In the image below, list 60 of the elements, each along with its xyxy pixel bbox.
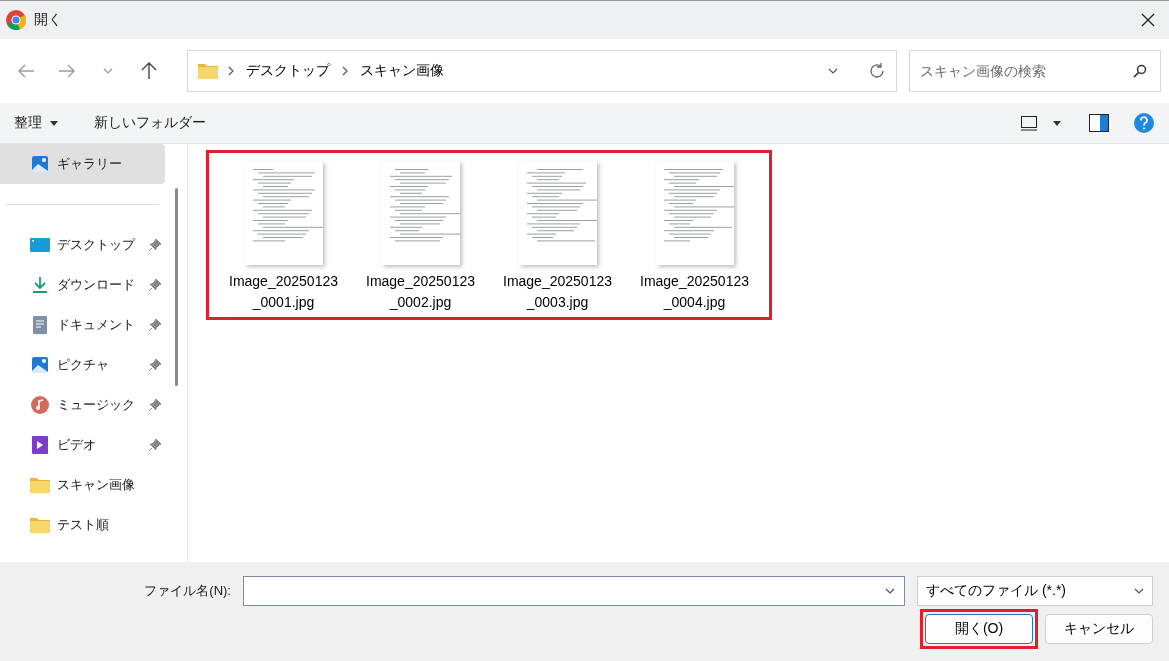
close-icon[interactable] bbox=[1141, 13, 1155, 27]
refresh-icon[interactable] bbox=[867, 62, 886, 80]
music-icon bbox=[31, 396, 49, 414]
caret-icon bbox=[50, 120, 58, 126]
preview-pane-icon[interactable] bbox=[1089, 114, 1109, 132]
sidebar-item[interactable]: ダウンロード bbox=[0, 265, 165, 305]
sidebar-item[interactable]: テスト順 bbox=[0, 505, 165, 545]
forward-arrow-icon[interactable] bbox=[57, 64, 76, 78]
pin-icon[interactable] bbox=[149, 439, 161, 451]
pin-icon[interactable] bbox=[149, 319, 161, 331]
pin-icon[interactable] bbox=[149, 239, 161, 251]
picture-icon bbox=[31, 356, 49, 374]
sidebar-item[interactable]: デスクトップ bbox=[0, 225, 165, 265]
file-type-dropdown[interactable]: すべてのファイル (*.*) bbox=[917, 576, 1153, 606]
folder-icon bbox=[30, 477, 50, 493]
up-arrow-icon[interactable] bbox=[141, 62, 158, 80]
file-item[interactable]: Image_20250123 _0001.jpg bbox=[215, 161, 352, 313]
chevron-icon bbox=[341, 66, 348, 76]
view-icon[interactable] bbox=[1021, 115, 1037, 131]
new-folder-button[interactable]: 新しいフォルダー bbox=[94, 114, 206, 132]
dropdown-icon bbox=[827, 68, 838, 74]
pin-icon[interactable] bbox=[149, 359, 161, 371]
filename-field[interactable] bbox=[243, 576, 905, 606]
organize-menu[interactable]: 整理 bbox=[14, 114, 58, 132]
help-icon[interactable] bbox=[1133, 112, 1155, 134]
window-title: 開く bbox=[34, 11, 63, 29]
chevron-down-icon[interactable] bbox=[102, 68, 113, 74]
file-item[interactable]: Image_20250123 _0003.jpg bbox=[489, 161, 626, 313]
pin-icon[interactable] bbox=[149, 279, 161, 291]
dropdown-icon bbox=[885, 588, 895, 594]
browser-logo-icon bbox=[6, 10, 26, 30]
pin-icon[interactable] bbox=[149, 399, 161, 411]
breadcrumb-item[interactable]: デスクトップ bbox=[243, 62, 332, 80]
filename-label: ファイル名(N): bbox=[144, 582, 231, 600]
caret-icon bbox=[1053, 120, 1061, 126]
folder-icon bbox=[30, 517, 50, 533]
video-icon bbox=[32, 436, 48, 454]
download-icon bbox=[31, 276, 49, 294]
sidebar-item[interactable]: ピクチャ bbox=[0, 345, 165, 385]
desktop-icon bbox=[30, 237, 50, 253]
file-item[interactable]: Image_20250123 _0004.jpg bbox=[626, 161, 763, 313]
sidebar-item[interactable]: ミュージック bbox=[0, 385, 165, 425]
address-bar[interactable]: デスクトップ スキャン画像 bbox=[186, 50, 897, 92]
breadcrumb-item[interactable]: スキャン画像 bbox=[357, 62, 446, 80]
picture-icon bbox=[31, 155, 49, 173]
cancel-button[interactable]: キャンセル bbox=[1045, 614, 1153, 644]
file-item[interactable]: Image_20250123 _0002.jpg bbox=[352, 161, 489, 313]
search-field[interactable]: スキャン画像の検索 bbox=[908, 50, 1161, 92]
document-icon bbox=[33, 316, 47, 334]
scrollbar[interactable] bbox=[174, 188, 178, 386]
sidebar-item[interactable]: スキャン画像 bbox=[0, 465, 165, 505]
sidebar-item[interactable]: ビデオ bbox=[0, 425, 165, 465]
sidebar-item[interactable]: ドキュメント bbox=[0, 305, 165, 345]
dropdown-icon bbox=[1134, 588, 1144, 594]
search-icon bbox=[1132, 64, 1147, 78]
folder-icon bbox=[197, 63, 218, 79]
back-arrow-icon[interactable] bbox=[16, 64, 35, 78]
sidebar-item[interactable]: ギャラリー bbox=[0, 144, 165, 184]
open-button[interactable]: 開く(O) bbox=[925, 614, 1033, 644]
chevron-icon bbox=[227, 66, 234, 76]
